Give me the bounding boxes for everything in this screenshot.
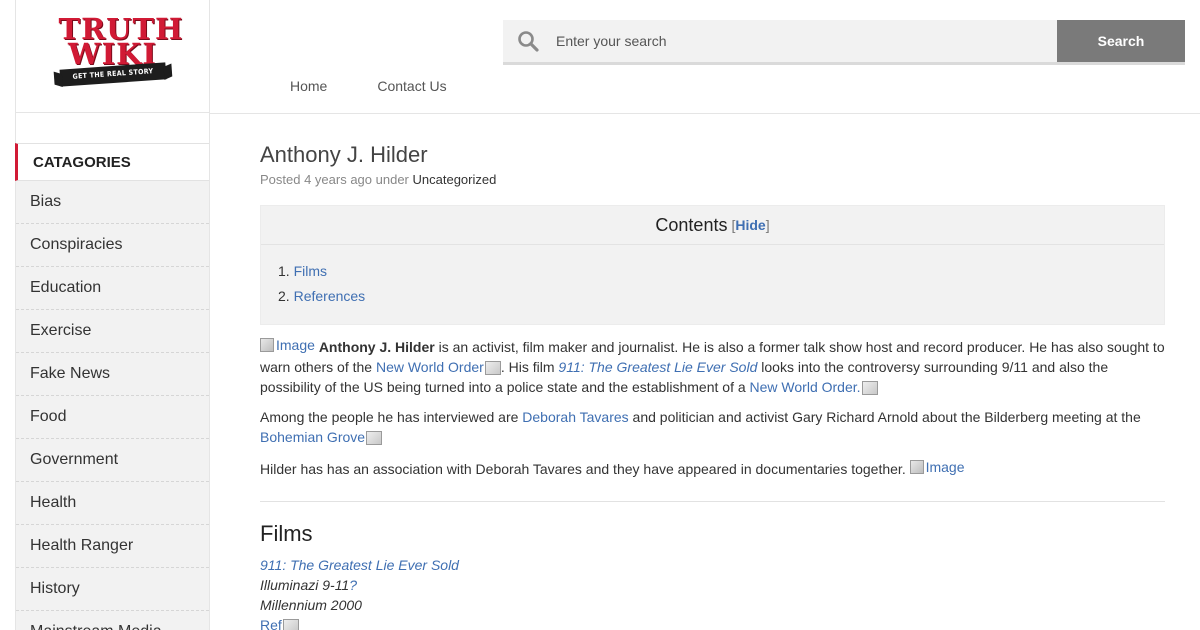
categories-heading: CATAGORIES bbox=[15, 143, 209, 181]
sidebar-item-fake-news[interactable]: Fake News bbox=[16, 353, 209, 396]
link-bohemian-grove[interactable]: Bohemian Grove bbox=[260, 429, 365, 445]
toc-bracket: [Hide] bbox=[731, 217, 770, 233]
toc-hide-link[interactable]: Hide bbox=[735, 217, 765, 233]
paragraph-interviews: Among the people he has interviewed are … bbox=[260, 407, 1165, 447]
toc-item: 2. References bbox=[278, 288, 366, 304]
search-bar: Search bbox=[503, 20, 1185, 65]
table-of-contents: Contents [Hide] 1. Films 2. References bbox=[260, 205, 1165, 325]
inline-image[interactable]: Image bbox=[260, 335, 315, 355]
sidebar: TRUTH WIKI GET THE REAL STORY CATAGORIES… bbox=[15, 0, 210, 630]
link-film-911[interactable]: 911: The Greatest Lie Ever Sold bbox=[558, 359, 757, 375]
films-list: 911: The Greatest Lie Ever Sold Illumina… bbox=[260, 555, 1165, 630]
inline-image[interactable]: Image bbox=[909, 457, 965, 477]
sidebar-item-food[interactable]: Food bbox=[16, 396, 209, 439]
broken-image-icon bbox=[861, 381, 878, 396]
broken-image-icon bbox=[484, 361, 501, 376]
link-new-world-order-2[interactable]: New World Order. bbox=[750, 379, 861, 395]
section-divider bbox=[260, 501, 1165, 502]
post-category-link[interactable]: Uncategorized bbox=[413, 172, 497, 187]
link-new-world-order[interactable]: New World Order bbox=[376, 359, 484, 375]
list-item: Millennium 2000 bbox=[260, 595, 1165, 615]
sidebar-item-conspiracies[interactable]: Conspiracies bbox=[16, 224, 209, 267]
site-logo[interactable]: TRUTH WIKI GET THE REAL STORY bbox=[59, 15, 182, 89]
link-film-911-list[interactable]: 911: The Greatest Lie Ever Sold bbox=[260, 557, 459, 573]
broken-image-icon bbox=[366, 431, 383, 446]
paragraph-association: Hilder has has an association with Debor… bbox=[260, 457, 1165, 479]
sidebar-item-health-ranger[interactable]: Health Ranger bbox=[16, 525, 209, 568]
toc-link-films[interactable]: Films bbox=[294, 263, 327, 279]
broken-image-icon bbox=[909, 460, 924, 474]
list-item: Illuminazi 9-11? bbox=[260, 575, 1165, 595]
broken-image-icon bbox=[282, 619, 299, 630]
search-button[interactable]: Search bbox=[1057, 20, 1185, 62]
broken-image-icon bbox=[260, 338, 274, 352]
ref-link[interactable]: Ref bbox=[260, 617, 282, 630]
nav-contact-us[interactable]: Contact Us bbox=[377, 78, 446, 94]
search-icon bbox=[503, 20, 553, 62]
films-heading: Films bbox=[260, 521, 313, 546]
paragraph-text: Among the people he has interviewed are bbox=[260, 409, 523, 425]
image-alt-text: Image bbox=[925, 459, 965, 475]
sidebar-item-government[interactable]: Government bbox=[16, 439, 209, 482]
article: Anthony J. Hilder Posted 4 years ago und… bbox=[260, 140, 1165, 630]
paragraph-intro: Image Anthony J. Hilder is an activist, … bbox=[260, 335, 1165, 397]
search-input[interactable] bbox=[553, 20, 1057, 62]
toc-list: 1. Films 2. References bbox=[261, 245, 1164, 324]
header-divider bbox=[210, 113, 1200, 114]
category-list: Bias Conspiracies Education Exercise Fak… bbox=[16, 181, 209, 630]
paragraph-text: Hilder has has an association with Debor… bbox=[260, 461, 910, 477]
image-alt-text: Image bbox=[276, 337, 315, 353]
post-meta-posted: Posted 4 years ago under bbox=[260, 172, 409, 187]
list-item: Ref bbox=[260, 615, 1165, 630]
film-query-link[interactable]: ? bbox=[349, 577, 357, 593]
sidebar-item-mainstream-media[interactable]: Mainstream Media bbox=[16, 611, 209, 630]
sidebar-item-history[interactable]: History bbox=[16, 568, 209, 611]
sidebar-item-bias[interactable]: Bias bbox=[16, 181, 209, 224]
nav-home[interactable]: Home bbox=[290, 78, 327, 94]
list-item: 911: The Greatest Lie Ever Sold bbox=[260, 555, 1165, 575]
paragraph-text: and politician and activist Gary Richard… bbox=[628, 409, 1141, 425]
sidebar-item-exercise[interactable]: Exercise bbox=[16, 310, 209, 353]
film-title: Millennium 2000 bbox=[260, 597, 362, 613]
sidebar-item-education[interactable]: Education bbox=[16, 267, 209, 310]
top-nav: Home Contact Us bbox=[290, 78, 447, 94]
sidebar-item-health[interactable]: Health bbox=[16, 482, 209, 525]
toc-title: Contents bbox=[655, 214, 728, 235]
subject-name: Anthony J. Hilder bbox=[318, 339, 435, 355]
logo-area: TRUTH WIKI GET THE REAL STORY bbox=[16, 0, 209, 113]
paragraph-text: . His film bbox=[500, 359, 559, 375]
toc-link-references[interactable]: References bbox=[294, 288, 366, 304]
post-meta: Posted 4 years ago under Uncategorized bbox=[260, 172, 1165, 187]
page-title: Anthony J. Hilder bbox=[260, 142, 428, 167]
toc-header: Contents [Hide] bbox=[261, 206, 1164, 245]
film-title: Illuminazi 9-11 bbox=[260, 577, 350, 593]
link-deborah-tavares[interactable]: Deborah Tavares bbox=[522, 409, 628, 425]
toc-item: 1. Films bbox=[278, 263, 328, 279]
